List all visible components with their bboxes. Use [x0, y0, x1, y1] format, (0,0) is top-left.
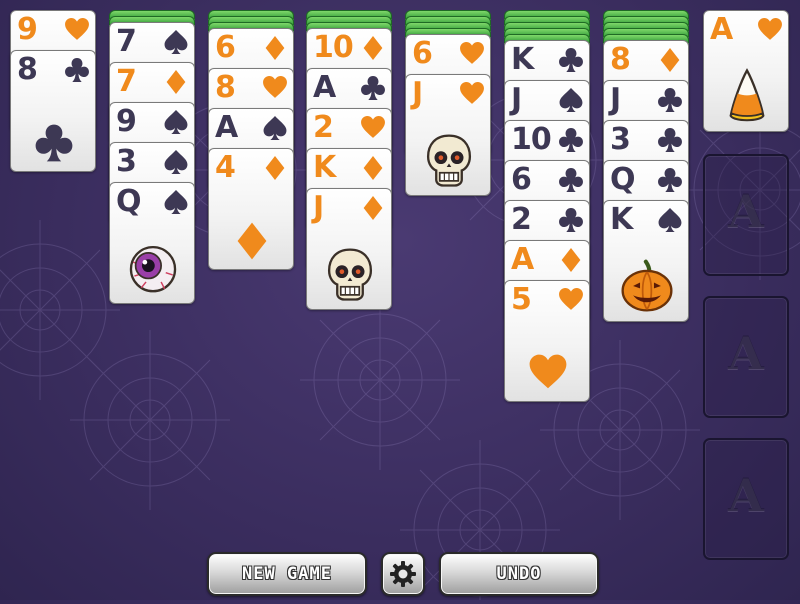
- heart-suit-icon: [559, 288, 583, 310]
- diamond-suit-icon: [265, 36, 285, 60]
- card-rank: K: [610, 202, 633, 237]
- club-suit-icon: [35, 124, 73, 162]
- card-rank: 7: [116, 24, 137, 59]
- foundation-slot[interactable]: A: [703, 438, 789, 560]
- club-suit-icon: [658, 88, 682, 112]
- playing-card-J-of-hearts[interactable]: J: [405, 74, 491, 196]
- heart-suit-icon: [758, 18, 782, 40]
- card-rank: 5: [511, 282, 532, 317]
- pumpkin-icon: [621, 259, 673, 312]
- card-rank: J: [313, 190, 324, 225]
- card-rank: 2: [511, 202, 532, 237]
- spade-suit-icon: [164, 30, 188, 54]
- heart-suit-icon: [460, 42, 484, 64]
- spade-suit-icon: [658, 208, 682, 232]
- playing-card-4-of-diamonds[interactable]: 4: [208, 148, 294, 270]
- playing-card-5-of-hearts[interactable]: 5: [504, 280, 590, 402]
- skull-icon: [327, 248, 373, 301]
- club-suit-icon: [559, 208, 583, 232]
- eyeball-icon: [129, 245, 177, 293]
- gear-icon: [390, 561, 416, 587]
- card-rank: 8: [610, 42, 631, 77]
- card-rank: 9: [17, 12, 38, 47]
- new-game-button[interactable]: NEW GAME: [207, 552, 367, 596]
- playing-card-K-of-spades[interactable]: K: [603, 200, 689, 322]
- card-rank: J: [610, 82, 621, 117]
- club-suit-icon: [361, 76, 385, 100]
- card-rank: A: [710, 12, 733, 47]
- card-rank: A: [313, 70, 336, 105]
- undo-label: UNDO: [496, 564, 542, 584]
- club-suit-icon: [658, 128, 682, 152]
- skull-icon: [426, 134, 472, 187]
- foundation-card[interactable]: A: [703, 10, 789, 132]
- card-rank: 4: [215, 150, 236, 185]
- club-suit-icon: [559, 48, 583, 72]
- foundation-placeholder-label: A: [728, 326, 764, 380]
- card-rank: 10: [511, 122, 552, 157]
- playing-card-8-of-clubs[interactable]: 8: [10, 50, 96, 172]
- diamond-suit-icon: [660, 48, 680, 72]
- card-rank: 3: [116, 144, 137, 179]
- club-suit-icon: [559, 168, 583, 192]
- spade-suit-icon: [164, 110, 188, 134]
- card-rank: 8: [215, 70, 236, 105]
- diamond-suit-icon: [265, 156, 285, 180]
- foundation-slot[interactable]: A: [703, 154, 789, 276]
- card-rank: K: [511, 42, 534, 77]
- heart-suit-icon: [529, 354, 567, 389]
- club-suit-icon: [559, 128, 583, 152]
- card-rank: J: [412, 76, 423, 111]
- settings-button[interactable]: [381, 552, 425, 596]
- playing-card-Q-of-spades[interactable]: Q: [109, 182, 195, 304]
- heart-suit-icon: [65, 18, 89, 40]
- diamond-suit-icon: [363, 196, 383, 220]
- card-rank: Q: [116, 184, 141, 219]
- diamond-suit-icon: [237, 222, 267, 260]
- spade-suit-icon: [164, 190, 188, 214]
- spade-suit-icon: [263, 116, 287, 140]
- card-rank: J: [511, 82, 522, 117]
- card-rank: Q: [610, 162, 635, 197]
- spade-suit-icon: [164, 150, 188, 174]
- club-suit-icon: [658, 168, 682, 192]
- diamond-suit-icon: [363, 156, 383, 180]
- card-rank: 8: [17, 52, 38, 87]
- card-rank: 2: [313, 110, 334, 145]
- foundation-placeholder-label: A: [728, 184, 764, 238]
- candy-corn-icon: [729, 68, 765, 122]
- heart-suit-icon: [460, 82, 484, 104]
- card-rank: 6: [412, 36, 433, 71]
- diamond-suit-icon: [166, 70, 186, 94]
- card-rank: 6: [511, 162, 532, 197]
- playing-card-J-of-diamonds[interactable]: J: [306, 188, 392, 310]
- diamond-suit-icon: [561, 248, 581, 272]
- diamond-suit-icon: [363, 36, 383, 60]
- card-rank: 10: [313, 30, 354, 65]
- heart-suit-icon: [263, 76, 287, 98]
- new-game-label: NEW GAME: [242, 564, 332, 584]
- card-rank: 7: [116, 64, 137, 99]
- foundation-slot[interactable]: A: [703, 296, 789, 418]
- undo-button[interactable]: UNDO: [439, 552, 599, 596]
- spade-suit-icon: [559, 88, 583, 112]
- card-rank: 9: [116, 104, 137, 139]
- club-suit-icon: [65, 58, 89, 82]
- card-rank: A: [511, 242, 534, 277]
- heart-suit-icon: [361, 116, 385, 138]
- card-rank: A: [215, 110, 238, 145]
- card-rank: 3: [610, 122, 631, 157]
- foundation-placeholder-label: A: [728, 468, 764, 522]
- card-rank: 6: [215, 30, 236, 65]
- card-rank: K: [313, 150, 336, 185]
